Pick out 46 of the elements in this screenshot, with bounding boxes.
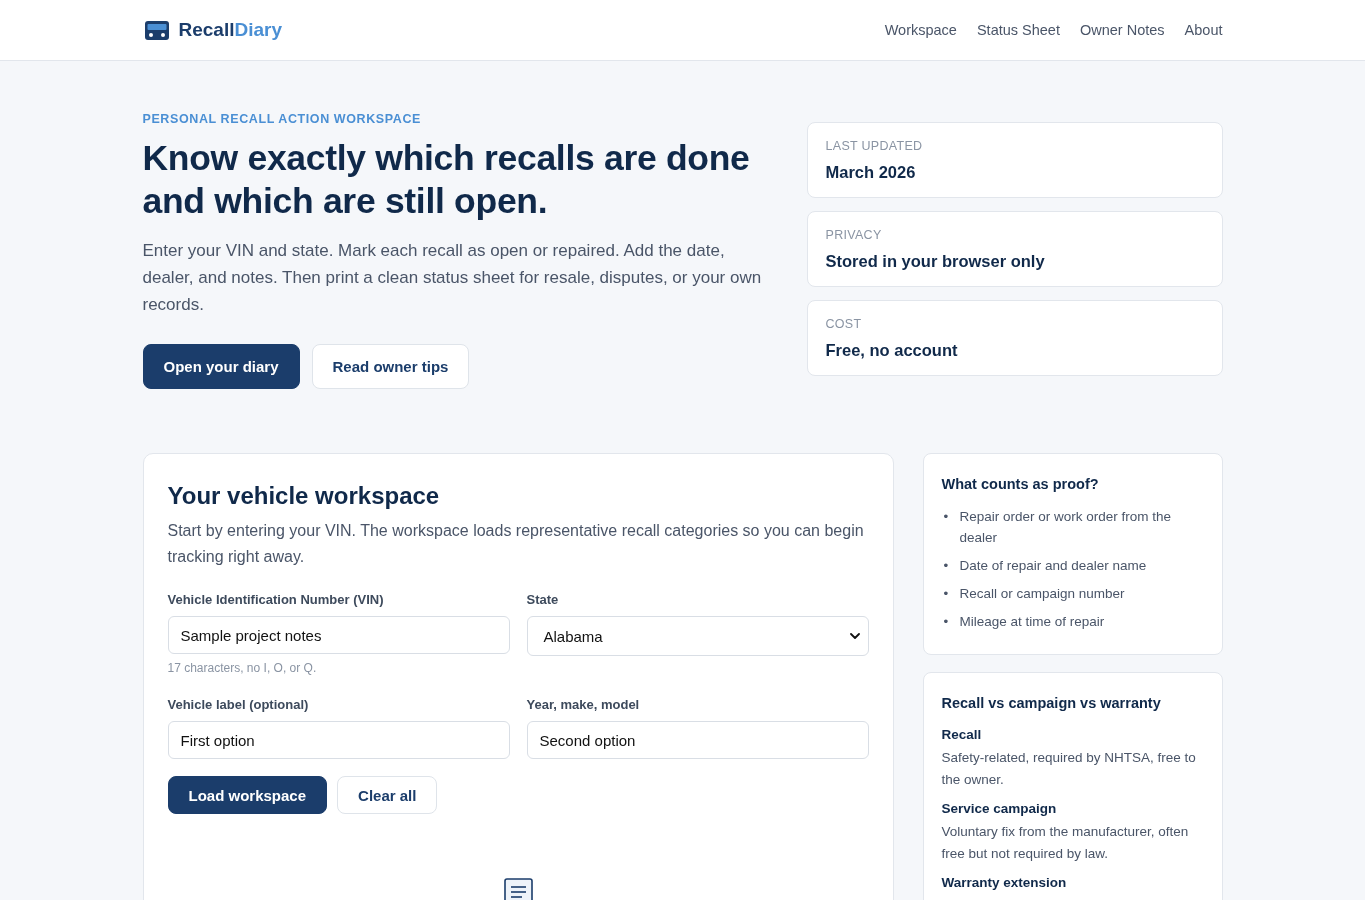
list-bullet: • [942,585,950,603]
field-label: Vehicle Identification Number (VIN) [167,592,385,608]
state-select[interactable]: Alabama [526,616,869,656]
field-label: Vehicle label (optional) [167,697,310,713]
term-definition: Safety-related, required by NHTSA, free to the owner. [941,749,1197,789]
term-definition: Voluntary fix from the manufacturer, often free but not required by law. [941,823,1190,863]
proof-list-item: Mileage at time of repair [959,613,1105,631]
text-input[interactable]: Sample project notes [167,616,510,654]
vehicle-icon [144,20,169,40]
field-label: Year, make, model [526,697,641,713]
nav-link[interactable]: Status Sheet [976,22,1060,38]
load-workspace-button[interactable]: Load workspace [167,776,328,814]
term-heading: Warranty extension [941,874,1068,892]
field-label: State [526,592,560,608]
list-bullet: • [942,508,950,526]
proof-list-item: Recall or campaign number [959,585,1125,603]
logo-text[interactable]: RecallDiary [178,19,282,41]
list-bullet: • [942,613,950,631]
open-diary-button[interactable]: Open your diary [142,344,300,389]
fact-value: Free, no account [825,340,959,361]
owner-tips-button[interactable]: Read owner tips [311,344,470,389]
nav-link[interactable]: Workspace [884,22,957,38]
proof-list-item: Date of repair and dealer name [959,557,1147,575]
fact-value: March 2026 [825,162,917,183]
proof-list-item: Repair order or work order from the dealer [959,508,1173,547]
hero-eyebrow: PERSONAL RECALL ACTION WORKSPACE [142,111,422,128]
text-input[interactable]: Second option [526,721,869,759]
fact-label: COST [825,316,863,333]
nav-link[interactable]: About [1184,22,1223,38]
term-heading: Recall [941,726,983,744]
clear-all-button[interactable]: Clear all [337,776,438,814]
hero-description: Enter your VIN and state. Mark each recall as open or repaired. Add the date, dealer, and notes. Then print a clean status sheet for resale, disputes, or your own records. [142,240,763,316]
nav-link[interactable]: Owner Notes [1079,22,1165,38]
fact-value: Stored in your browser only [825,251,1046,272]
field-hint: 17 characters, no I, O, or Q. [167,660,318,676]
list-bullet: • [942,557,950,575]
fact-label: PRIVACY [825,227,883,244]
term-heading: Service campaign [941,800,1058,818]
workspace-description: Start by entering your VIN. The workspace loads representative recall categories so you can begin tracking right away. [167,521,865,567]
hero-title: Know exactly which recalls are done and which are still open. [142,137,751,223]
card-title: What counts as proof? [941,475,1100,494]
chevron-down-icon [849,633,860,639]
card-title: Recall vs campaign vs warranty [941,694,1162,713]
workspace-title: Your vehicle workspace [167,481,441,511]
fact-label: LAST UPDATED [825,138,924,155]
text-input[interactable]: First option [167,721,510,759]
